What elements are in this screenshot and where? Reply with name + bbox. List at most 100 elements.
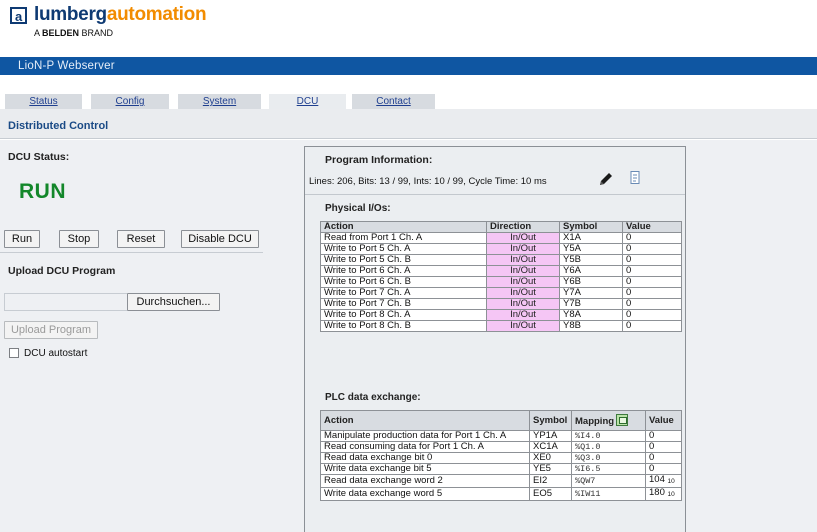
logo-letter: a	[15, 9, 23, 24]
tab-status[interactable]: Status	[5, 94, 82, 109]
cell-symbol: EI2	[529, 474, 572, 488]
cell-value: 0	[622, 254, 682, 266]
cell-direction: In/Out	[486, 287, 560, 299]
cell-symbol: Y7A	[559, 287, 623, 299]
cell-symbol: Y8B	[559, 320, 623, 332]
cell-mapping: %IW11	[571, 487, 646, 501]
cell-mapping: %QW7	[571, 474, 646, 488]
cell-symbol: Y5B	[559, 254, 623, 266]
dcu-status-label: DCU Status:	[8, 151, 70, 163]
cell-symbol: X1A	[559, 232, 623, 244]
tab-bar: Status Config System DCU Contact	[0, 75, 817, 110]
cell-value-number: 0	[649, 441, 655, 452]
cell-action: Write to Port 7 Ch. B	[320, 298, 487, 310]
cell-value: 180 10	[645, 487, 682, 501]
cell-direction: In/Out	[486, 309, 560, 321]
stop-button[interactable]: Stop	[59, 230, 99, 248]
section-title: Distributed Control	[8, 120, 109, 132]
cell-symbol: Y6B	[559, 276, 623, 288]
cell-symbol: YP1A	[529, 430, 572, 442]
disable-dcu-button[interactable]: Disable DCU	[181, 230, 259, 248]
tab-contact[interactable]: Contact	[352, 94, 435, 109]
column-header: Value	[645, 410, 682, 431]
cell-symbol: Y5A	[559, 243, 623, 255]
cell-value-number: 104	[649, 474, 665, 485]
number-base: 10	[667, 478, 675, 485]
table-row: Write to Port 5 Ch. B In/Out Y5B 0	[320, 254, 682, 266]
cell-value: 0	[645, 463, 682, 475]
tab-system[interactable]: System	[178, 94, 261, 109]
physical-ios-title: Physical I/Os:	[325, 203, 391, 214]
cell-value: 0	[622, 243, 682, 255]
cell-value-number: 180	[649, 487, 665, 498]
cell-action: Write data exchange bit 5	[320, 463, 530, 475]
column-header: Value	[622, 221, 682, 233]
program-info-panel: Program Information: Lines: 206, Bits: 1…	[304, 146, 686, 532]
cell-value-number: 0	[649, 463, 655, 474]
column-header-label: Mapping	[575, 416, 615, 427]
cell-value: 0	[645, 430, 682, 442]
mapping-header: Mapping	[571, 410, 646, 431]
tagline-suffix: BRAND	[79, 28, 114, 38]
cell-mapping: %Q3.0	[571, 452, 646, 464]
table-row: Read data exchange word 2 EI2 %QW7 104 10	[320, 474, 682, 488]
column-header: Symbol	[559, 221, 623, 233]
cell-value: 0	[622, 265, 682, 277]
cell-mapping: %I4.0	[571, 430, 646, 442]
cell-mapping: %I6.5	[571, 463, 646, 475]
reset-button[interactable]: Reset	[117, 230, 165, 248]
table-row: Write to Port 7 Ch. A In/Out Y7A 0	[320, 287, 682, 299]
cell-direction: In/Out	[486, 265, 560, 277]
cell-value: 0	[622, 232, 682, 244]
dcu-autostart-label: DCU autostart	[24, 348, 88, 359]
divider	[0, 252, 263, 253]
brand-tagline: A BELDEN BRAND	[34, 28, 113, 38]
app-title-bar: LioN-P Webserver	[0, 57, 817, 75]
upload-program-button[interactable]: Upload Program	[4, 321, 98, 339]
main-panel: DCU Status: RUN Run Stop Reset Disable D…	[0, 140, 817, 532]
cell-value: 104 10	[645, 474, 682, 488]
column-header: Action	[320, 410, 530, 431]
brand-part-1: lumberg	[34, 4, 107, 25]
dcu-autostart-checkbox[interactable]	[9, 348, 19, 358]
table-row: Write to Port 7 Ch. B In/Out Y7B 0	[320, 298, 682, 310]
cell-value: 0	[622, 309, 682, 321]
cell-symbol: Y7B	[559, 298, 623, 310]
cell-action: Write to Port 6 Ch. B	[320, 276, 487, 288]
table-row: Manipulate production data for Port 1 Ch…	[320, 430, 682, 442]
table-row: Read from Port 1 Ch. A In/Out X1A 0	[320, 232, 682, 244]
cell-action: Manipulate production data for Port 1 Ch…	[320, 430, 530, 442]
physical-ios-table: Action Direction Symbol Value Read from …	[320, 221, 682, 332]
document-icon[interactable]	[628, 170, 642, 186]
browse-button[interactable]: Durchsuchen...	[127, 293, 220, 311]
logo-mark-icon: a	[10, 7, 27, 24]
dcu-status-value: RUN	[19, 180, 66, 203]
cell-symbol: Y8A	[559, 309, 623, 321]
cell-action: Read data exchange bit 0	[320, 452, 530, 464]
plc-exchange-title: PLC data exchange:	[325, 392, 421, 403]
pencil-icon[interactable]	[598, 171, 614, 187]
table-row: Write to Port 8 Ch. B In/Out Y8B 0	[320, 320, 682, 332]
cell-direction: In/Out	[486, 232, 560, 244]
table-row: Read data exchange bit 0 XE0 %Q3.0 0	[320, 452, 682, 464]
cell-symbol: YE5	[529, 463, 572, 475]
cell-symbol: XC1A	[529, 441, 572, 453]
file-path-field[interactable]	[4, 293, 127, 311]
cell-value-number: 0	[649, 430, 655, 441]
divider	[305, 194, 685, 195]
table-row: Write to Port 6 Ch. B In/Out Y6B 0	[320, 276, 682, 288]
run-button[interactable]: Run	[4, 230, 40, 248]
calculator-icon[interactable]	[616, 414, 629, 426]
cell-action: Read consuming data for Port 1 Ch. A	[320, 441, 530, 453]
cell-value: 0	[645, 441, 682, 453]
tab-config[interactable]: Config	[91, 94, 169, 109]
tab-dcu[interactable]: DCU	[269, 94, 346, 110]
cell-value: 0	[622, 320, 682, 332]
cell-symbol: Y6A	[559, 265, 623, 277]
cell-action: Read data exchange word 2	[320, 474, 530, 488]
cell-action: Write to Port 8 Ch. B	[320, 320, 487, 332]
table-row: Write to Port 6 Ch. A In/Out Y6A 0	[320, 265, 682, 277]
cell-direction: In/Out	[486, 243, 560, 255]
column-header: Action	[320, 221, 487, 233]
cell-direction: In/Out	[486, 276, 560, 288]
